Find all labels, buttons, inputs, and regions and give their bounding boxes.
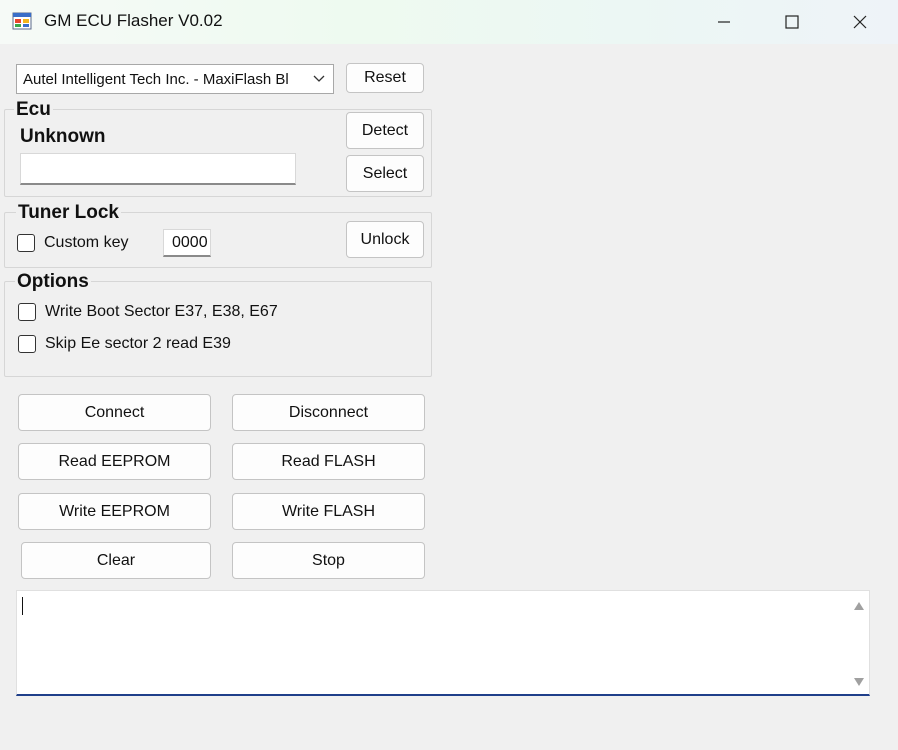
detect-button[interactable]: Detect	[346, 112, 424, 149]
options-group-title: Options	[15, 271, 91, 293]
ecu-status: Unknown	[20, 126, 106, 147]
custom-key-label: Custom key	[44, 234, 129, 251]
read-eeprom-button[interactable]: Read EEPROM	[18, 443, 211, 480]
write-flash-button[interactable]: Write FLASH	[232, 493, 425, 530]
title-bar[interactable]: GM ECU Flasher V0.02	[0, 0, 898, 44]
skip-ee-sector-label: Skip Ee sector 2 read E39	[45, 335, 231, 352]
reset-button[interactable]: Reset	[346, 63, 424, 93]
log-output[interactable]	[16, 590, 870, 696]
minimize-button[interactable]	[690, 0, 758, 44]
write-boot-sector-checkbox[interactable]	[18, 303, 36, 321]
log-scrollbar[interactable]	[851, 595, 867, 691]
clear-button[interactable]: Clear	[21, 542, 211, 579]
select-button[interactable]: Select	[346, 155, 424, 192]
disconnect-button[interactable]: Disconnect	[232, 394, 425, 431]
maximize-icon	[785, 15, 799, 29]
close-button[interactable]	[826, 0, 894, 44]
write-eeprom-button[interactable]: Write EEPROM	[18, 493, 211, 530]
window-title: GM ECU Flasher V0.02	[44, 11, 223, 30]
app-window: GM ECU Flasher V0.02 Autel Intelligent T…	[0, 0, 898, 750]
app-icon	[12, 12, 32, 30]
unlock-button[interactable]: Unlock	[346, 221, 424, 258]
tuner-lock-group-title: Tuner Lock	[16, 202, 121, 224]
device-select[interactable]: Autel Intelligent Tech Inc. - MaxiFlash …	[16, 64, 334, 94]
custom-key-field[interactable]: 0000	[163, 229, 211, 257]
maximize-button[interactable]	[758, 0, 826, 44]
scroll-up-arrow-icon[interactable]	[853, 601, 865, 611]
custom-key-checkbox[interactable]	[17, 234, 35, 252]
read-flash-button[interactable]: Read FLASH	[232, 443, 425, 480]
ecu-input[interactable]	[20, 153, 296, 185]
scroll-down-arrow-icon[interactable]	[853, 677, 865, 687]
close-icon	[853, 15, 867, 29]
skip-ee-sector-checkbox[interactable]	[18, 335, 36, 353]
device-select-value: Autel Intelligent Tech Inc. - MaxiFlash …	[23, 71, 289, 88]
minimize-icon	[718, 21, 730, 23]
stop-button[interactable]: Stop	[232, 542, 425, 579]
write-boot-sector-label: Write Boot Sector E37, E38, E67	[45, 303, 278, 320]
ecu-group-title: Ecu	[14, 99, 53, 121]
chevron-down-icon	[313, 75, 325, 82]
options-group	[4, 281, 432, 377]
text-caret	[22, 597, 23, 615]
connect-button[interactable]: Connect	[18, 394, 211, 431]
